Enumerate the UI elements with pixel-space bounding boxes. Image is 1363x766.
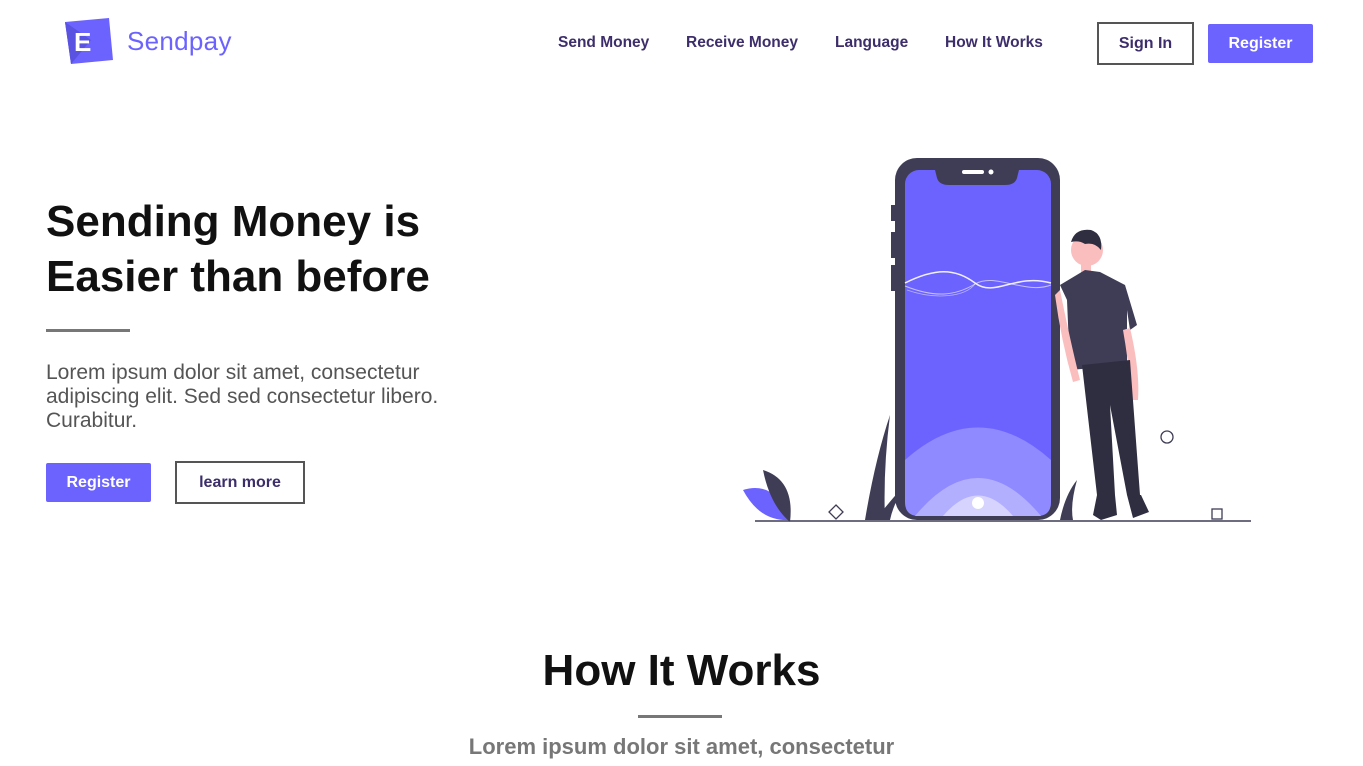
- hero-title-line2: Easier than before: [46, 252, 430, 301]
- square-shape: [1211, 508, 1223, 520]
- brand-logo[interactable]: E Sendpay: [61, 18, 232, 64]
- how-it-works-divider: [638, 715, 722, 718]
- hero-divider: [46, 329, 130, 332]
- phone-camera: [988, 169, 994, 175]
- person-left-shoe: [1093, 495, 1117, 520]
- how-it-works-title: How It Works: [542, 646, 821, 695]
- nav-language[interactable]: Language: [835, 34, 908, 52]
- person-pants: [1082, 360, 1140, 495]
- learn-more-button[interactable]: learn more: [175, 461, 305, 504]
- sign-in-button[interactable]: Sign In: [1097, 22, 1194, 65]
- phone-button-3: [891, 265, 897, 291]
- grass-blade-3: [1060, 480, 1077, 520]
- hero-title-line1: Sending Money is: [46, 197, 421, 246]
- circle-shape: [1160, 430, 1174, 444]
- hero-title: Sending Money is Easier than before: [46, 194, 526, 304]
- nav-how-it-works[interactable]: How It Works: [945, 34, 1043, 52]
- phone-button: [891, 205, 897, 221]
- logo-letter: E: [74, 27, 91, 57]
- brand-name: Sendpay: [127, 25, 232, 56]
- nav-receive-money[interactable]: Receive Money: [686, 34, 798, 52]
- screen-dot: [972, 497, 984, 509]
- person-right-shoe: [1127, 495, 1149, 518]
- how-it-works-subtitle: Lorem ipsum dolor sit amet, consectetur: [468, 734, 895, 759]
- phone-button-2: [891, 232, 897, 258]
- nav-register-button[interactable]: Register: [1208, 24, 1313, 63]
- diamond-shape: [828, 504, 844, 520]
- grass-blade: [865, 415, 890, 520]
- top-navbar: E Sendpay Send Money Receive Money Langu…: [0, 0, 1363, 86]
- sendpay-logo-icon: E: [65, 18, 113, 64]
- phone-speaker: [962, 170, 984, 174]
- phone-person-illustration: [743, 158, 1251, 522]
- hero-register-button[interactable]: Register: [46, 463, 151, 502]
- hero-description: Lorem ipsum dolor sit amet, consectetur …: [46, 361, 439, 432]
- nav-send-money[interactable]: Send Money: [558, 34, 649, 52]
